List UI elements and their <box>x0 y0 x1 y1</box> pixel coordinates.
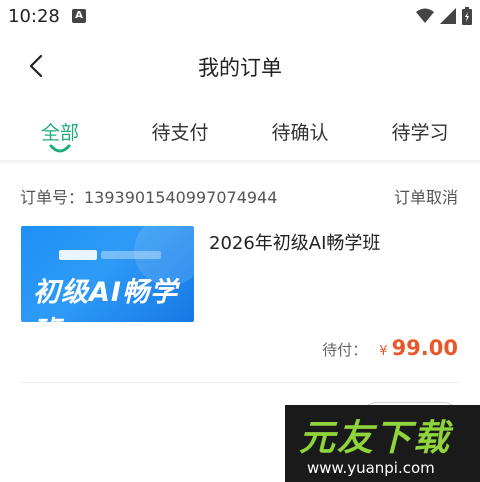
thumbnail-decoration <box>101 251 161 259</box>
pay-amount: 99.00 <box>391 336 458 360</box>
course-thumbnail[interactable]: 初级AI畅学班 <box>21 226 194 322</box>
tab-pending-payment[interactable]: 待支付 <box>120 106 240 160</box>
tab-active-indicator <box>49 144 71 153</box>
header: 我的订单 <box>0 40 480 92</box>
tab-divider <box>0 160 480 166</box>
watermark: 元友下载 www.yuanpi.com <box>285 405 480 482</box>
tab-label: 待确认 <box>271 122 329 144</box>
status-time: 10:28 <box>8 6 60 27</box>
wifi-icon <box>416 8 434 23</box>
order-tabs: 全部 待支付 待确认 待学习 <box>0 106 480 160</box>
payment-row: 待付： ¥ 99.00 <box>322 336 458 360</box>
order-header: 订单号：1393901540997074944 订单取消 <box>0 180 480 210</box>
watermark-logo: 元友下载 <box>299 418 452 459</box>
tab-all[interactable]: 全部 <box>0 106 120 160</box>
course-title[interactable]: 2026年初级AI畅学班 <box>209 229 380 255</box>
tab-pending-confirm[interactable]: 待确认 <box>240 106 360 160</box>
status-bar: 10:28 A <box>0 0 480 34</box>
notification-icon: A <box>72 9 86 23</box>
tab-label: 全部 <box>40 122 79 144</box>
signal-icon <box>440 8 456 24</box>
status-icons <box>416 7 472 25</box>
page-title: 我的订单 <box>198 56 282 80</box>
cancel-order-button[interactable]: 订单取消 <box>394 184 458 208</box>
tab-label: 待学习 <box>391 122 449 144</box>
order-number: 订单号：1393901540997074944 <box>20 188 278 207</box>
divider <box>20 382 460 383</box>
thumbnail-decoration <box>59 250 97 260</box>
currency-symbol: ¥ <box>379 344 388 359</box>
watermark-url: www.yuanpi.com <box>307 459 435 477</box>
pay-label: 待付： <box>322 341 368 359</box>
tab-pending-study[interactable]: 待学习 <box>360 106 480 160</box>
thumbnail-title: 初级AI畅学班 <box>33 277 178 322</box>
tab-label: 待支付 <box>151 122 209 144</box>
battery-icon <box>462 7 472 25</box>
